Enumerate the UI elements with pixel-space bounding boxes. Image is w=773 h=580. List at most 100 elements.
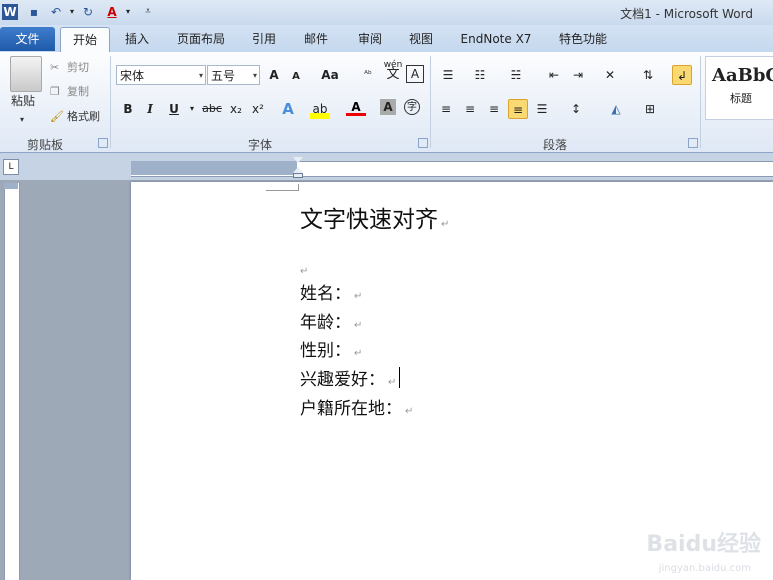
clipboard-launcher-icon[interactable] <box>98 138 108 148</box>
paste-button[interactable]: 粘贴 <box>11 93 35 109</box>
tab-endnote[interactable]: EndNote X7 <box>452 27 540 51</box>
tab-special-features[interactable]: 特色功能 <box>552 27 614 51</box>
font-name-combo[interactable]: 宋体 ▾ <box>116 65 206 85</box>
format-painter-button[interactable]: 格式刷 <box>67 109 100 125</box>
character-border-icon[interactable]: A <box>406 65 424 83</box>
indent-marker-icon[interactable] <box>293 157 303 179</box>
scissors-icon[interactable]: ✂ <box>50 60 59 76</box>
tab-view[interactable]: 视图 <box>401 27 441 51</box>
strikethrough-button[interactable]: abc <box>200 99 224 119</box>
tab-selector-button[interactable]: L <box>3 159 19 175</box>
copy-icon[interactable]: ❐ <box>50 84 60 100</box>
grow-font-button[interactable]: A <box>264 65 284 85</box>
superscript-button[interactable]: x² <box>248 99 268 119</box>
font-launcher-icon[interactable] <box>418 138 428 148</box>
tab-mailings[interactable]: 邮件 <box>296 27 336 51</box>
chinese-layout-icon[interactable]: ✕ <box>600 65 620 85</box>
text-effects-icon[interactable]: A <box>278 99 298 119</box>
numbering-icon[interactable]: ☷ <box>470 65 490 85</box>
font-color-quick-icon[interactable]: A <box>104 4 120 20</box>
font-size-value: 五号 <box>211 69 236 83</box>
word-app-icon[interactable]: W <box>2 4 18 20</box>
multilevel-list-icon[interactable]: ☵ <box>506 65 526 85</box>
line-text: 户籍所在地： <box>300 399 402 419</box>
customize-toolbar-icon[interactable]: ⩡ <box>140 4 156 20</box>
font-size-combo[interactable]: 五号 ▾ <box>207 65 260 85</box>
tab-page-layout[interactable]: 页面布局 <box>170 27 232 51</box>
character-shading-icon[interactable]: A <box>380 99 396 115</box>
document-line[interactable]: 年龄： ↵ <box>300 312 362 337</box>
vertical-ruler-margin <box>4 183 18 189</box>
line-text: 姓名： <box>300 284 351 304</box>
distributed-icon[interactable]: ☰ <box>532 99 552 119</box>
change-case-button[interactable]: Aa <box>318 65 342 85</box>
show-marks-icon[interactable]: ↲ <box>672 65 692 85</box>
tab-references[interactable]: 引用 <box>244 27 284 51</box>
paragraph-mark: ↵ <box>405 406 414 417</box>
copy-button[interactable]: 复制 <box>67 84 89 100</box>
save-icon[interactable]: ▪ <box>26 4 42 20</box>
document-page[interactable] <box>131 182 773 580</box>
undo-icon[interactable]: ↶ <box>48 4 64 20</box>
cut-button[interactable]: 剪切 <box>67 60 89 76</box>
document-title[interactable]: 文字快速对齐 ↵ <box>300 206 449 239</box>
paragraph-mark: ↵ <box>300 266 309 277</box>
tab-home[interactable]: 开始 <box>60 27 110 53</box>
empty-paragraph[interactable]: ↵ <box>300 258 308 283</box>
sort-icon[interactable]: ⇅ <box>638 65 658 85</box>
tab-file[interactable]: 文件 <box>0 27 55 51</box>
italic-button[interactable]: I <box>140 99 160 119</box>
style-sample: AaBbC <box>712 65 773 86</box>
style-gallery-item[interactable]: AaBbC 标题 <box>705 56 773 120</box>
undo-dropdown-icon[interactable]: ▾ <box>64 4 80 20</box>
chevron-down-icon[interactable]: ▾ <box>199 66 203 86</box>
document-line[interactable]: 性别： ↵ <box>300 340 362 365</box>
divider <box>430 56 431 148</box>
chevron-down-icon[interactable]: ▾ <box>253 66 257 86</box>
vertical-ruler[interactable] <box>4 183 20 580</box>
underline-button[interactable]: U <box>164 99 184 119</box>
increase-indent-icon[interactable]: ⇥ <box>568 65 588 85</box>
clear-format-icon[interactable]: ᴬᵇ <box>358 65 378 85</box>
tab-review[interactable]: 审阅 <box>350 27 390 51</box>
justify-icon[interactable]: ≡ <box>508 99 528 119</box>
align-right-icon[interactable]: ≡ <box>484 99 504 119</box>
ribbon: 粘贴 ▾ ✂ 剪切 ❐ 复制 🖌 格式刷 剪贴板 宋体 ▾ 五号 ▾ A A Aa … <box>0 52 773 153</box>
redo-icon[interactable]: ↻ <box>80 4 96 20</box>
shrink-font-button[interactable]: A <box>286 67 306 87</box>
paste-dropdown-icon[interactable]: ▾ <box>20 112 24 128</box>
margin-corner-mark <box>266 184 299 191</box>
font-color-dropdown-icon[interactable]: ▾ <box>120 4 136 20</box>
phonetic-char: 文 <box>386 67 400 82</box>
baidu-watermark: Baidu经验 <box>646 532 761 557</box>
divider <box>110 56 111 148</box>
align-center-icon[interactable]: ≡ <box>460 99 480 119</box>
subscript-button[interactable]: x₂ <box>226 99 246 119</box>
borders-icon[interactable]: ⊞ <box>640 99 660 119</box>
align-left-icon[interactable]: ≡ <box>436 99 456 119</box>
line-text: 兴趣爱好： <box>300 370 385 390</box>
tab-insert[interactable]: 插入 <box>114 27 160 51</box>
enclose-characters-icon[interactable]: 字 <box>404 99 420 115</box>
phonetic-guide-button[interactable]: wén 文 <box>383 60 403 82</box>
paragraph-mark: ↵ <box>354 348 363 359</box>
shading-icon[interactable]: ◭ <box>606 99 626 119</box>
document-line[interactable]: 户籍所在地： ↵ <box>300 398 413 423</box>
font-color-icon[interactable]: A <box>346 99 366 116</box>
document-line[interactable]: 姓名： ↵ <box>300 283 362 308</box>
paragraph-group-label: 段落 <box>543 138 568 152</box>
bold-button[interactable]: B <box>118 99 138 119</box>
paragraph-launcher-icon[interactable] <box>688 138 698 148</box>
line-text: 性别： <box>300 341 351 361</box>
line-spacing-icon[interactable]: ↕ <box>566 99 586 119</box>
paragraph-mark: ↵ <box>354 291 363 302</box>
format-painter-icon[interactable]: 🖌 <box>50 109 64 125</box>
underline-dropdown-icon[interactable]: ▾ <box>182 99 202 119</box>
highlight-icon[interactable]: ab <box>310 99 330 119</box>
paragraph-mark: ↵ <box>388 377 397 388</box>
bullets-icon[interactable]: ☰ <box>438 65 458 85</box>
style-name: 标题 <box>730 92 752 105</box>
document-line[interactable]: 兴趣爱好： ↵ <box>300 369 396 394</box>
paste-icon[interactable] <box>10 56 42 92</box>
decrease-indent-icon[interactable]: ⇤ <box>544 65 564 85</box>
